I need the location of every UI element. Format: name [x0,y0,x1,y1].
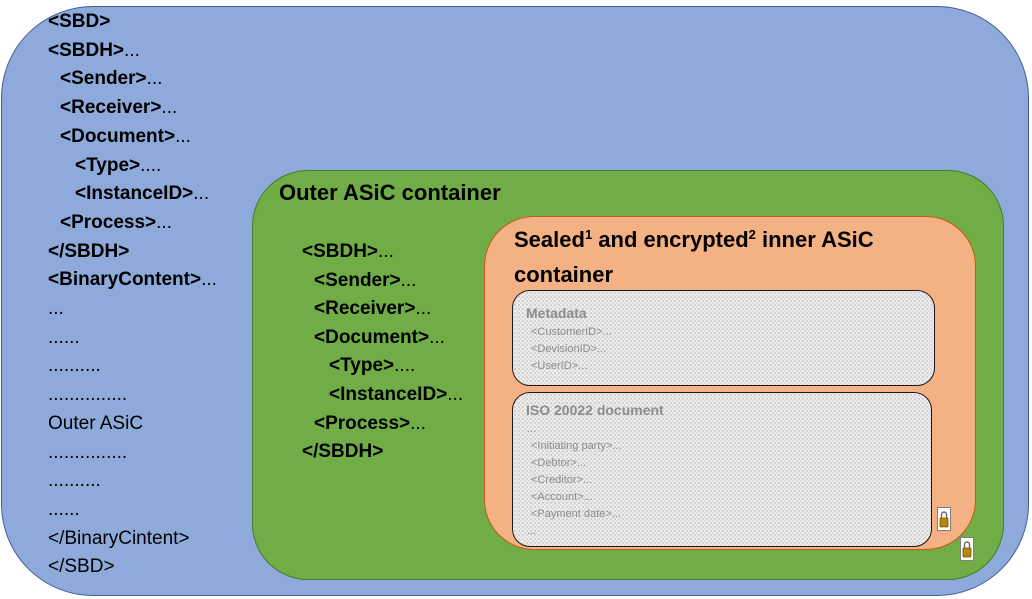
sbd-line: <SBDH>... [48,39,140,61]
sbd-line: .......... [48,470,101,492]
iso20022-document-title: ISO 20022 document [526,402,664,418]
sbdh-line: <Receiver>... [314,298,432,320]
iso20022-document-box: ISO 20022 document ... <Initiating party… [512,392,932,547]
inner-asic-title: Sealed1 and encrypted2 inner ASiC contai… [514,227,874,287]
metadata-field: <UserID>... [531,360,588,372]
sbdh-line: <SBDH>... [302,241,394,262]
sbd-line: </BinaryCintent> [48,527,190,549]
lock-icon [937,507,951,531]
sbd-line: ...... [48,498,80,520]
outer-asic-title: Outer ASiC container [279,180,501,205]
sbdh-line: <InstanceID>... [329,384,464,405]
iso-field: <Payment date>... [531,508,621,520]
metadata-title: Metadata [526,305,587,321]
sbd-line: </SBDH> [48,240,130,262]
iso-field: <Creditor>... [531,474,593,486]
iso-field: ... [527,525,537,537]
sbd-line: </SBD> [48,556,115,578]
sbd-line: <Sender>... [60,68,163,90]
iso-field: <Debtor>... [531,457,587,469]
sbd-line: ... [48,298,64,319]
sbdh-line: <Document>... [314,326,445,348]
sbd-line: Outer ASiC [48,412,144,434]
sbd-line: ...... [48,326,80,348]
sbd-line: ............... [48,441,128,463]
metadata-box: Metadata <CustomerID>... <DevisionID>...… [512,290,935,386]
sbd-line: <Type>.... [75,154,162,176]
sbd-line: <Document>... [60,125,191,147]
sbdh-line: </SBDH> [302,441,384,463]
metadata-field: <DevisionID>... [531,343,607,355]
sbd-line: <SBD> [48,11,111,32]
sbd-line: <Process>... [60,211,172,233]
iso-field: ... [527,423,537,435]
sbd-line: .......... [48,355,101,377]
sbd-line: <InstanceID>... [75,183,210,205]
sbdh-line: <Type>.... [329,355,416,377]
sbdh-line: <Sender>... [314,269,417,291]
sbd-line: <BinaryContent>... [48,269,217,291]
iso-field: <Account>... [531,491,593,503]
sbdh-line: <Process>... [314,412,426,434]
lock-icon [960,537,974,561]
sbd-line: ............... [48,384,128,406]
metadata-field: <CustomerID>... [531,326,612,338]
sbd-line: <Receiver>... [60,97,178,119]
iso-field: <Initiating party>... [531,440,622,452]
